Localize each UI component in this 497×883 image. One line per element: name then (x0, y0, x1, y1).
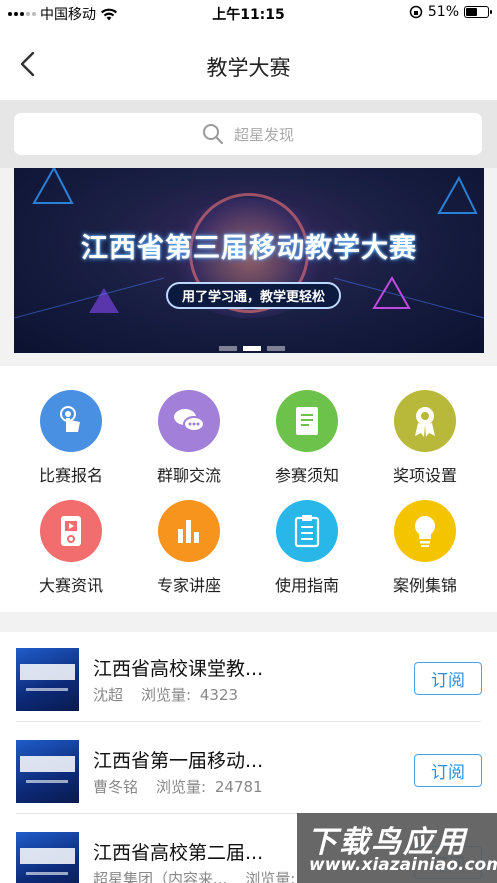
banner-headline: 江西省第三届移动教学大赛 (81, 233, 417, 264)
navigation-bar: 教学大赛 (0, 26, 497, 100)
award-ribbon-icon (415, 407, 435, 437)
search-icon (202, 124, 224, 145)
list-item-views: 4323 (199, 686, 239, 704)
grid-item-label: 奖项设置 (392, 466, 457, 485)
divider (16, 721, 481, 722)
grid-item-label: 大赛资讯 (38, 576, 103, 595)
list-item-thumbnail (16, 832, 79, 883)
watermark: 下载鸟应用 www.xiazainiao.com (297, 813, 497, 883)
status-bar: 中国移动 上午11:15 51% (0, 0, 497, 26)
list-item-meta: 超星集团（内容来... 浏览量: (93, 868, 295, 883)
list-item-meta: 曹冬铭 浏览量: 24781 (93, 776, 263, 797)
list-item-thumbnail (16, 740, 79, 803)
list-item-views-label: 浏览量: (141, 686, 192, 704)
media-player-icon (61, 516, 81, 546)
tap-hand-icon (60, 406, 80, 432)
banner-slogan: 用了学习通，教学更轻松 (166, 282, 342, 309)
grid-item-label: 群聊交流 (156, 466, 221, 485)
document-icon (296, 407, 318, 435)
lightbulb-icon (415, 516, 435, 547)
grid-item-circle (276, 500, 338, 562)
grid-item-lectures[interactable]: 专家讲座 (134, 500, 244, 610)
search-input[interactable]: 超星发现 (14, 113, 482, 155)
chat-bubbles-icon (174, 409, 205, 432)
grid-item-circle (394, 390, 456, 452)
grid-item-label: 参赛须知 (274, 466, 339, 485)
grid-item-notice[interactable]: 参赛须知 (252, 390, 362, 500)
battery-icon (464, 6, 492, 18)
grid-item-circle (394, 500, 456, 562)
grid-item-label: 专家讲座 (156, 576, 221, 595)
search-placeholder: 超星发现 (233, 125, 294, 144)
grid-item-circle (276, 390, 338, 452)
list-item-author: 超星集团（内容来... (93, 870, 228, 883)
orientation-lock-icon (409, 5, 423, 19)
function-grid: 比赛报名 群聊交流 参赛须知 奖项设置 大赛资讯 专家讲座 使用指南 案例集锦 (0, 366, 497, 612)
grid-item-news[interactable]: 大赛资讯 (16, 500, 126, 610)
grid-item-signup[interactable]: 比赛报名 (16, 390, 126, 500)
bar-chart-icon (178, 520, 199, 543)
list-item-title: 江西省高校课堂教... (93, 658, 264, 680)
grid-item-cases[interactable]: 案例集锦 (370, 500, 480, 610)
subscribe-button[interactable]: 订阅 (414, 754, 482, 787)
list-item-title: 江西省第一届移动... (93, 750, 264, 772)
grid-item-label: 比赛报名 (38, 466, 103, 485)
list-item-thumbnail (16, 648, 79, 711)
grid-item-guide[interactable]: 使用指南 (252, 500, 362, 610)
search-area: 超星发现 (0, 100, 497, 168)
grid-item-circle (158, 500, 220, 562)
grid-item-label: 案例集锦 (392, 576, 457, 595)
watermark-url: www.xiazainiao.com (309, 855, 497, 875)
grid-item-awards[interactable]: 奖项设置 (370, 390, 480, 500)
subscribe-button[interactable]: 订阅 (414, 662, 482, 695)
promo-banner[interactable]: 江西省第三届移动教学大赛 用了学习通，教学更轻松 (14, 168, 484, 353)
battery-percent: 51% (427, 4, 459, 20)
grid-item-circle (40, 390, 102, 452)
list-item-title: 江西省高校第二届... (93, 842, 264, 864)
status-right: 51% (409, 4, 492, 20)
clipboard-list-icon (294, 515, 320, 548)
page-title: 教学大赛 (206, 56, 291, 80)
list-item-author: 曹冬铭 (93, 778, 139, 796)
list-item-meta: 沈超 浏览量: 4323 (93, 684, 238, 705)
list-item-views-label: 浏览量: (245, 870, 296, 883)
grid-item-group-chat[interactable]: 群聊交流 (134, 390, 244, 500)
list-item-views: 24781 (214, 778, 263, 796)
list-item-author: 沈超 (93, 686, 124, 704)
grid-item-circle (158, 390, 220, 452)
list-item[interactable]: 江西省高校课堂教... 沈超 浏览量: 4323 订阅 (0, 632, 497, 722)
grid-item-label: 使用指南 (274, 576, 339, 595)
banner-page-indicator (219, 346, 285, 351)
list-item[interactable]: 江西省第一届移动... 曹冬铭 浏览量: 24781 订阅 (0, 724, 497, 814)
list-item-views-label: 浏览量: (156, 778, 207, 796)
grid-item-circle (40, 500, 102, 562)
